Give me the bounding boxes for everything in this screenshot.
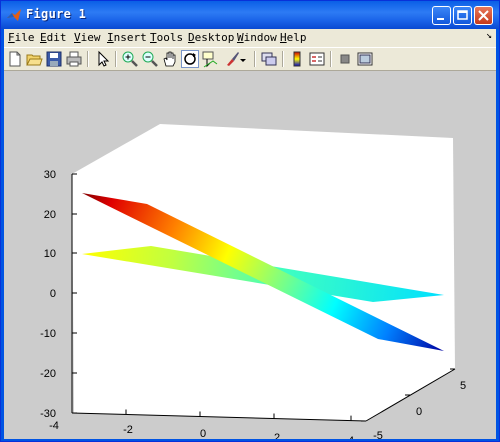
show-plot-tools-icon[interactable] [356,50,374,68]
new-figure-icon[interactable] [6,50,24,68]
menu-bar: File Edit View Insert Tools Desktop Wind… [4,29,496,47]
toolbar-separator [87,51,89,67]
menu-help[interactable]: Help [280,31,307,44]
menu-insert[interactable]: Insert [107,31,147,44]
window-title: Figure 1 [26,7,87,21]
minimize-icon [437,18,444,20]
close-icon [478,10,489,21]
menu-file[interactable]: File [8,31,35,44]
legend-icon[interactable] [308,50,326,68]
title-bar[interactable]: Figure 1 [1,1,499,29]
figure-client-area: File Edit View Insert Tools Desktop Wind… [4,29,496,439]
link-plot-icon[interactable] [260,50,278,68]
x-tick-label: -4 [49,420,59,432]
figure-toolbar [4,47,496,71]
x-tick-label: 2 [274,432,280,439]
surface-plot-3d[interactable]: 30 20 10 0 -10 -20 -30 -4 -2 0 2 5 0 -5 [4,71,496,439]
menu-window[interactable]: Window [237,31,277,44]
brush-dropdown-chevron-down-icon[interactable] [238,50,248,68]
y-tick-label: 5 [460,380,466,392]
zoom-in-icon[interactable] [121,50,139,68]
z-axis-tick-labels: 30 20 10 0 -10 -20 -30 [40,169,56,420]
z-tick-label: 20 [44,209,56,221]
maximize-icon [457,10,468,20]
toolbar-separator [282,51,284,67]
y-tick-label: 0 [416,406,422,418]
y-tick-label: -5 [373,430,383,439]
x-tick-label: 4 [348,435,354,439]
print-icon[interactable] [65,50,83,68]
menu-desktop[interactable]: Desktop [188,31,234,44]
z-tick-label: -30 [40,408,56,420]
x-axis-tick-labels: -4 -2 0 2 4 [49,420,354,439]
edit-plot-arrow-icon[interactable] [94,50,112,68]
colorbar-icon[interactable] [288,50,306,68]
rotate-3d-icon[interactable] [181,50,199,68]
hide-plot-tools-icon[interactable] [336,50,354,68]
toolbar-separator [115,51,117,67]
open-file-icon[interactable] [25,50,43,68]
maximize-button[interactable] [453,6,472,25]
minimize-button[interactable] [432,6,451,25]
z-tick-label: -20 [40,368,56,380]
z-tick-label: 30 [44,169,56,181]
close-button[interactable] [474,6,493,25]
x-tick-label: -2 [123,424,133,436]
z-tick-label: 10 [44,248,56,260]
zoom-out-icon[interactable] [141,50,159,68]
toolbar-separator [330,51,332,67]
menu-tools[interactable]: Tools [150,31,183,44]
x-tick-label: 0 [200,428,206,439]
z-tick-label: 0 [50,288,56,300]
z-tick-label: -10 [40,328,56,340]
menu-view[interactable]: View [74,31,101,44]
menu-edit[interactable]: Edit [40,31,67,44]
toolbar-separator [254,51,256,67]
save-icon[interactable] [45,50,63,68]
figure-canvas[interactable]: 30 20 10 0 -10 -20 -30 -4 -2 0 2 5 0 -5 [4,71,496,439]
matlab-logo-icon [7,9,21,21]
pan-hand-icon[interactable] [161,50,179,68]
data-cursor-icon[interactable] [201,50,219,68]
figure-window: Figure 1 File Edit View Insert Tools Des… [0,0,500,442]
menubar-dock-arrow-icon[interactable]: ↘ [486,30,492,41]
